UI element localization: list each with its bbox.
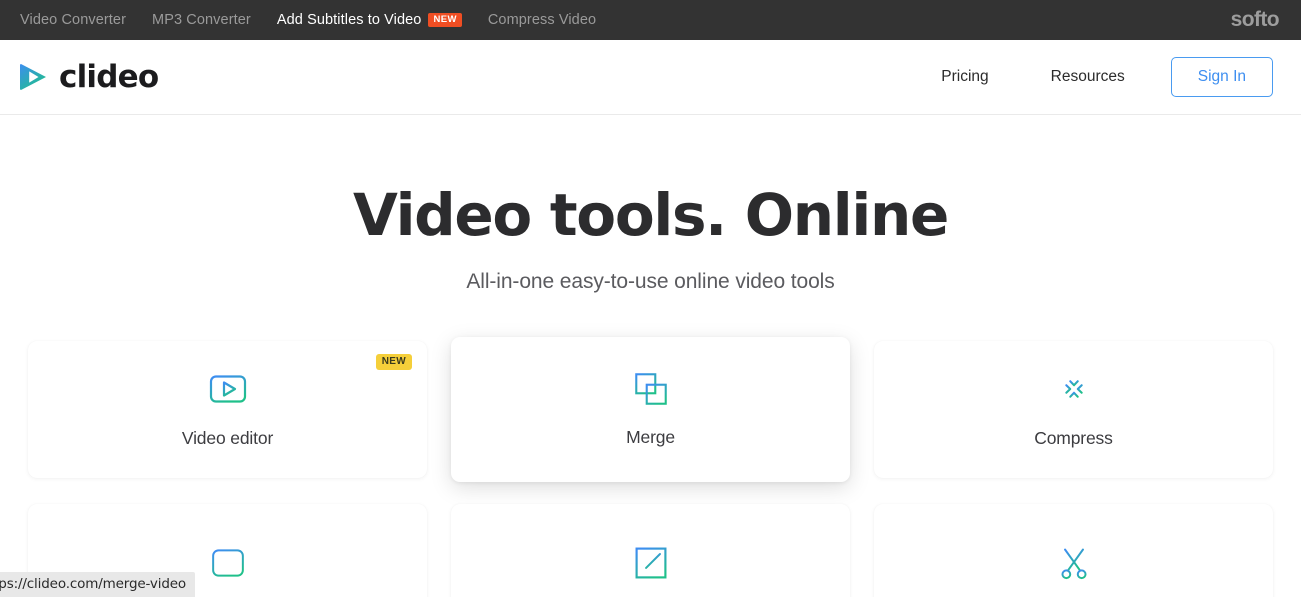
- tool-card-resize[interactable]: [451, 503, 850, 597]
- merge-icon: [632, 370, 670, 413]
- tool-card-merge[interactable]: Merge: [451, 336, 850, 482]
- partner-topbar: Video Converter MP3 Converter Add Subtit…: [0, 0, 1301, 40]
- topbar-link-label[interactable]: Compress Video: [488, 12, 596, 28]
- brand-name: clideo: [59, 59, 159, 95]
- brand-logo[interactable]: clideo: [17, 59, 159, 95]
- topbar-new-badge: NEW: [428, 12, 462, 28]
- sign-in-button[interactable]: Sign In: [1170, 57, 1273, 97]
- tool-card-grid: NEW Video editor Merge Compress: [14, 336, 1287, 597]
- tool-card-compress[interactable]: Compress: [874, 340, 1273, 478]
- softo-logo[interactable]: softo: [1231, 8, 1280, 32]
- nav-item-resources[interactable]: Resources: [1020, 68, 1156, 86]
- tool-card-video-editor[interactable]: NEW Video editor: [28, 340, 427, 478]
- status-bar-link-preview: ps://clideo.com/merge-video: [0, 572, 195, 597]
- subtitles-icon: [210, 545, 246, 586]
- hero-section: Video tools. Online All-in-one easy-to-u…: [0, 115, 1301, 294]
- cut-icon: [1056, 545, 1092, 586]
- nav-item-pricing[interactable]: Pricing: [910, 68, 1019, 86]
- compress-icon: [1054, 369, 1094, 414]
- site-header: clideo Pricing Resources Sign In: [0, 40, 1301, 115]
- card-label: Merge: [626, 427, 675, 448]
- topbar-link-label[interactable]: MP3 Converter: [152, 12, 251, 28]
- header-nav: Pricing Resources Sign In: [910, 57, 1273, 97]
- topbar-item-mp3-converter[interactable]: MP3 Converter: [152, 12, 251, 28]
- partner-topbar-links: Video Converter MP3 Converter Add Subtit…: [20, 12, 596, 28]
- resize-icon: [633, 545, 669, 586]
- topbar-link-label[interactable]: Add Subtitles to Video: [277, 12, 422, 28]
- page-subtitle: All-in-one easy-to-use online video tool…: [466, 269, 835, 293]
- card-new-badge: NEW: [375, 353, 412, 370]
- topbar-item-compress-video[interactable]: Compress Video: [488, 12, 596, 28]
- page-title: Video tools. Online: [353, 181, 949, 249]
- play-logo-icon: [17, 61, 49, 93]
- topbar-link-label[interactable]: Video Converter: [20, 12, 126, 28]
- card-label: Compress: [1034, 428, 1113, 449]
- topbar-item-video-converter[interactable]: Video Converter: [20, 12, 126, 28]
- video-editor-icon: [208, 369, 248, 414]
- card-label: Video editor: [181, 428, 274, 449]
- tool-card-cut[interactable]: [874, 503, 1273, 597]
- topbar-item-add-subtitles[interactable]: Add Subtitles to Video NEW: [277, 12, 462, 28]
